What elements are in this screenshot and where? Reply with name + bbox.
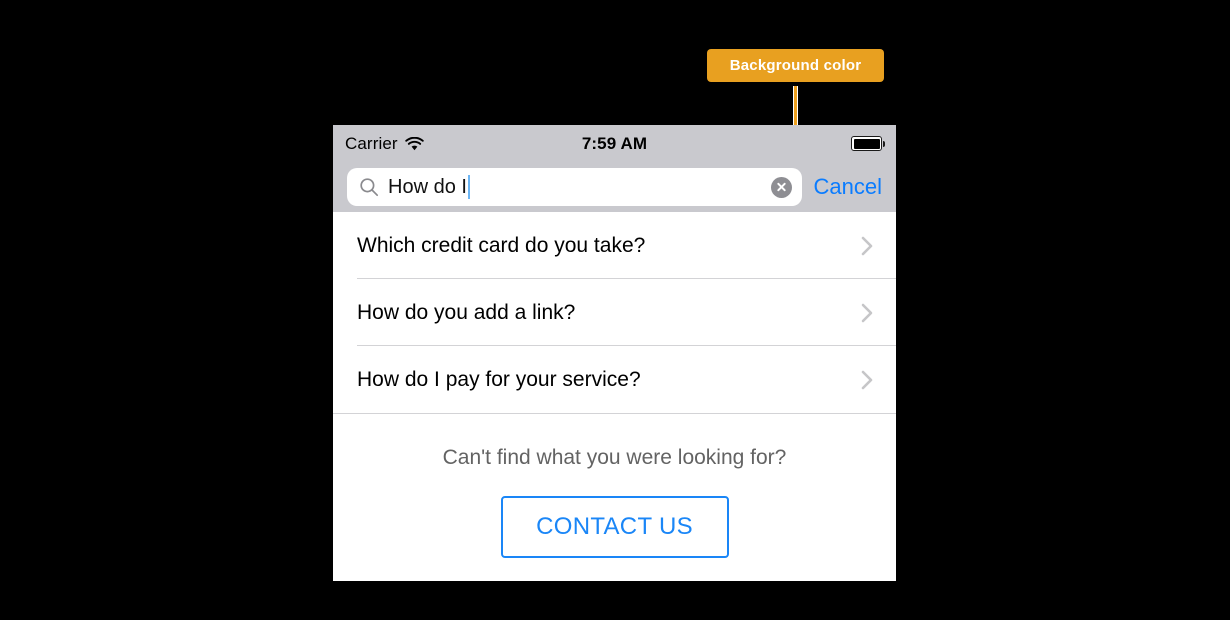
chevron-right-icon bbox=[860, 301, 874, 325]
search-bar: How do I Cancel bbox=[333, 162, 896, 212]
search-icon bbox=[359, 177, 388, 197]
table-row[interactable]: Which credit card do you take? bbox=[333, 212, 896, 279]
chevron-right-icon bbox=[860, 234, 874, 258]
battery-full-icon bbox=[851, 136, 885, 151]
search-text-wrapper: How do I bbox=[388, 175, 771, 199]
result-title: How do I pay for your service? bbox=[357, 367, 641, 391]
clear-circle-icon[interactable] bbox=[770, 176, 792, 198]
table-row[interactable]: How do you add a link? bbox=[333, 279, 896, 346]
cancel-button[interactable]: Cancel bbox=[814, 174, 884, 200]
callout-badge-label: Background color bbox=[729, 57, 862, 74]
chevron-right-icon bbox=[860, 368, 874, 392]
phone-screen: Carrier 7:59 AM How do I Cancel Which cr… bbox=[333, 125, 896, 581]
status-time: 7:59 AM bbox=[581, 133, 648, 153]
search-results-list: Which credit card do you take? How do yo… bbox=[333, 212, 896, 413]
search-input[interactable]: How do I bbox=[347, 168, 802, 206]
status-bar-right bbox=[851, 125, 885, 162]
callout-badge: Background color bbox=[707, 49, 884, 82]
table-row[interactable]: How do I pay for your service? bbox=[333, 346, 896, 413]
contact-us-button[interactable]: CONTACT US bbox=[500, 496, 729, 558]
text-cursor bbox=[467, 175, 470, 199]
result-title: How do you add a link? bbox=[357, 300, 576, 324]
result-title: Which credit card do you take? bbox=[357, 233, 646, 257]
status-bar: Carrier 7:59 AM bbox=[333, 125, 896, 162]
search-input-value: How do I bbox=[388, 175, 467, 198]
footer-section: Can't find what you were looking for? CO… bbox=[333, 414, 896, 558]
footer-prompt: Can't find what you were looking for? bbox=[442, 446, 787, 469]
battery-fill bbox=[853, 138, 880, 149]
